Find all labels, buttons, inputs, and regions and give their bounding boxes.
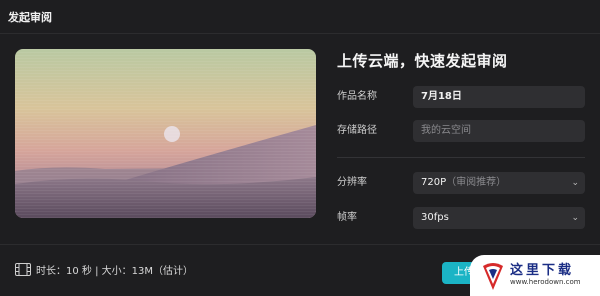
video-preview [15,49,316,218]
upload-form: 上传云端，快速发起审阅 [337,49,585,73]
review-dialog: 发起审阅 上传云端，快速发起审阅 作品名称 7月18日 存储路径 我的云空间 分… [0,0,600,296]
fps-label: 帧率 [337,212,357,223]
resolution-value: 720P [421,177,447,188]
watermark-url: www.herodown.com [510,278,581,286]
chevron-down-icon: ⌄ [571,213,579,223]
path-row: 存储路径 我的云空间 [337,120,585,142]
form-divider [337,157,585,158]
fps-value: 30fps [421,212,449,223]
watermark-text: 这里下载 [510,263,575,278]
export-info: 时长：10 秒 | 大小：13M（估计） [15,262,193,277]
name-row: 作品名称 7月18日 [337,86,585,108]
watermark: 这里下载 www.herodown.com [470,255,600,296]
fps-select[interactable]: 30fps ⌄ [413,207,585,229]
resolution-label: 分辨率 [337,177,367,188]
dialog-title: 发起审阅 [8,10,52,24]
resolution-row: 分辨率 720P（审阅推荐） ⌄ [337,172,585,194]
export-info-text: 时长：10 秒 | 大小：13M（估计） [36,266,193,277]
resolution-select[interactable]: 720P（审阅推荐） ⌄ [413,172,585,194]
titlebar: 发起审阅 [0,0,600,34]
chevron-down-icon: ⌄ [571,178,579,188]
path-label: 存储路径 [337,125,377,136]
name-label: 作品名称 [337,91,377,102]
form-heading: 上传云端，快速发起审阅 [337,52,508,70]
watermark-logo-icon [483,263,503,290]
resolution-hint: （审阅推荐） [446,177,507,188]
name-input[interactable]: 7月18日 [413,86,585,108]
path-input[interactable]: 我的云空间 [413,120,585,142]
fps-row: 帧率 30fps ⌄ [337,207,585,229]
preview-image [15,49,316,218]
film-icon [15,263,31,276]
